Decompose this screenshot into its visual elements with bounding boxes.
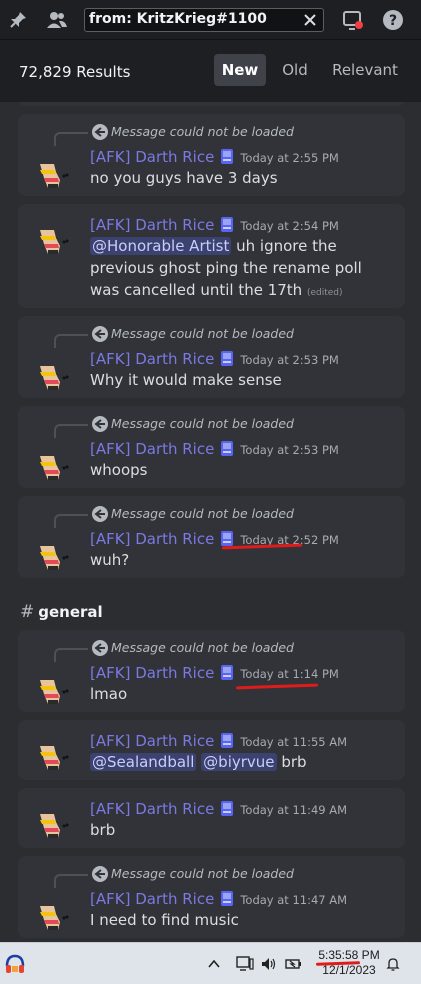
avatar[interactable] [34, 532, 74, 572]
display-icon[interactable] [236, 955, 254, 973]
reply-arrow-icon [92, 866, 108, 882]
user-mention[interactable]: @Honorable Artist [90, 237, 232, 255]
members-icon[interactable] [45, 8, 69, 32]
search-input[interactable]: from: KritzKrieg#1100 [84, 8, 324, 32]
tab-new[interactable]: New [214, 54, 266, 86]
avatar[interactable] [34, 150, 74, 190]
reply-arrow-icon [92, 416, 108, 432]
reply-arrow-icon [92, 640, 108, 656]
avatar[interactable] [34, 216, 74, 256]
search-result-card[interactable]: Message could not be loaded [AFK] Darth … [18, 856, 405, 938]
channel-name: general [38, 603, 103, 621]
timestamp[interactable]: Today at 11:55 AM [240, 735, 347, 749]
results-count: 72,829 Results [19, 63, 131, 81]
username[interactable]: [AFK] Darth Rice [90, 800, 214, 818]
reply-arrow-icon [92, 506, 108, 522]
reply-notice: Message could not be loaded [111, 506, 294, 521]
reply-arrow-icon [92, 326, 108, 342]
avatar[interactable] [34, 352, 74, 392]
search-result-card[interactable]: [AFK] Darth Rice Today at 11:55 AM @Seala… [18, 720, 405, 780]
username[interactable]: [AFK] Darth Rice [90, 664, 214, 682]
role-badge-icon [220, 800, 234, 817]
inbox-icon[interactable] [341, 8, 365, 32]
search-result-card[interactable]: Message could not be loaded [AFK] Darth … [18, 316, 405, 398]
role-badge-icon [220, 664, 234, 681]
reply-notice: Message could not be loaded [111, 866, 294, 881]
role-badge-icon [220, 216, 234, 233]
message-text: whoops [90, 461, 148, 479]
avatar[interactable] [34, 800, 74, 840]
username[interactable]: [AFK] Darth Rice [90, 890, 214, 908]
role-badge-icon [220, 440, 234, 457]
role-badge-icon [220, 890, 234, 907]
role-badge-icon [220, 350, 234, 367]
search-result-card[interactable]: [AFK] Darth Rice Today at 11:49 AM brb [18, 788, 405, 848]
tab-relevant[interactable]: Relevant [327, 54, 403, 86]
hash-icon: # [20, 602, 35, 622]
message-text: Why it would make sense [90, 371, 282, 389]
username[interactable]: [AFK] Darth Rice [90, 440, 214, 458]
reply-notice: Message could not be loaded [111, 124, 294, 139]
chevron-up-icon[interactable] [205, 955, 223, 973]
search-query: from: KritzKrieg#1100 [89, 11, 267, 27]
role-badge-icon [220, 148, 234, 165]
avatar[interactable] [34, 442, 74, 482]
avatar[interactable] [34, 732, 74, 772]
channel-header[interactable]: # general [20, 602, 103, 622]
role-badge-icon [220, 530, 234, 547]
message-text: no you guys have 3 days [90, 169, 278, 187]
search-result-card[interactable]: Message could not be loaded [AFK] Darth … [18, 406, 405, 488]
taskbar: 5:35:58 PM 12/1/2023 [0, 942, 421, 984]
svg-text:?: ? [389, 13, 397, 29]
timestamp[interactable]: Today at 1:14 PM [240, 667, 338, 681]
username[interactable]: [AFK] Darth Rice [90, 216, 214, 234]
top-bar: from: KritzKrieg#1100 ? [0, 0, 421, 40]
edited-label: (edited) [306, 288, 343, 298]
pin-icon[interactable] [6, 8, 30, 32]
results-header: 72,829 Results New Old Relevant [0, 40, 421, 102]
close-icon[interactable] [301, 11, 319, 29]
message-text: @Honorable Artist uh ignore the previous… [90, 237, 362, 299]
avatar[interactable] [34, 666, 74, 706]
timestamp[interactable]: Today at 11:47 AM [240, 893, 347, 907]
battery-icon[interactable] [285, 955, 303, 973]
role-badge-icon [220, 732, 234, 749]
search-results-list[interactable]: Message could not be loaded [AFK] Darth … [0, 102, 421, 942]
reply-notice: Message could not be loaded [111, 640, 294, 655]
timestamp[interactable]: Today at 2:54 PM [240, 219, 338, 233]
bell-icon[interactable] [384, 955, 402, 973]
tab-old[interactable]: Old [275, 54, 315, 86]
message-text: brb [90, 821, 116, 839]
search-result-card[interactable]: [AFK] Darth Rice Today at 2:54 PM @Honora… [18, 204, 405, 308]
username[interactable]: [AFK] Darth Rice [90, 732, 214, 750]
avatar[interactable] [34, 892, 74, 932]
message-text: wuh? [90, 551, 130, 569]
help-icon[interactable]: ? [381, 8, 405, 32]
speaker-icon[interactable] [260, 955, 278, 973]
search-result-card[interactable]: Message could not be loaded [AFK] Darth … [18, 114, 405, 196]
user-mention[interactable]: @Sealandball [90, 753, 197, 771]
timestamp[interactable]: Today at 2:53 PM [240, 353, 338, 367]
message-text: I need to find music [90, 911, 239, 929]
search-result-card[interactable]: Message could not be loaded [AFK] Darth … [18, 496, 405, 578]
search-result-card[interactable]: Message could not be loaded [AFK] Darth … [18, 630, 405, 712]
username[interactable]: [AFK] Darth Rice [90, 148, 214, 166]
username[interactable]: [AFK] Darth Rice [90, 350, 214, 368]
search-result-card[interactable] [18, 102, 405, 106]
reply-notice: Message could not be loaded [111, 326, 294, 341]
username[interactable]: [AFK] Darth Rice [90, 530, 214, 548]
reply-arrow-icon [92, 124, 108, 140]
timestamp[interactable]: Today at 2:53 PM [240, 443, 338, 457]
timestamp[interactable]: Today at 11:49 AM [240, 803, 347, 817]
reply-notice: Message could not be loaded [111, 416, 294, 431]
user-mention[interactable]: @biyrvue [201, 753, 277, 771]
message-text: @Sealandball @biyrvue brb [90, 753, 307, 771]
timestamp[interactable]: Today at 2:55 PM [240, 151, 338, 165]
headphones-icon[interactable] [4, 953, 26, 975]
